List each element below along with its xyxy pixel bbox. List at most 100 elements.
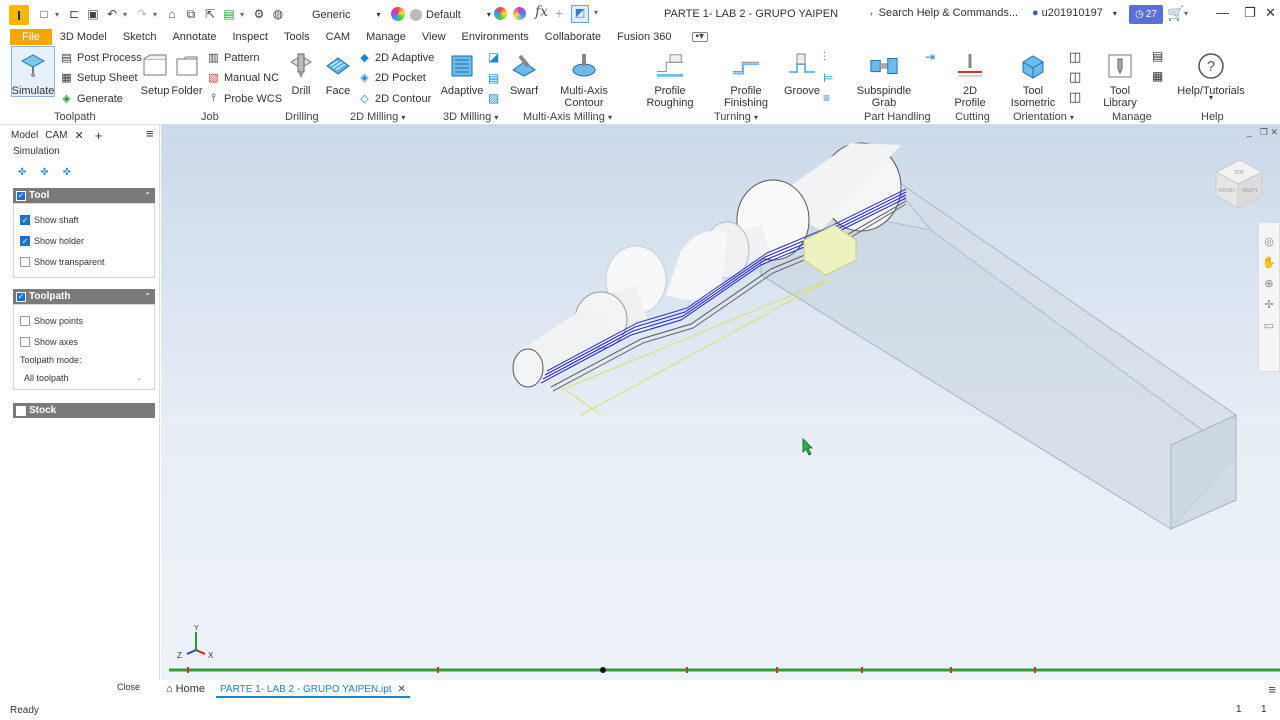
swarf-button[interactable]: Swarf: [508, 47, 540, 97]
view-cube-2-icon[interactable]: ◫: [1069, 69, 1081, 85]
show-transparent-checkbox[interactable]: [20, 257, 30, 267]
cart-icon[interactable]: 🛒: [1167, 5, 1184, 22]
viewport-restore-icon[interactable]: ❐: [1260, 127, 1268, 138]
timeline-playhead[interactable]: [600, 667, 606, 673]
cam-mode-icon[interactable]: ◩: [571, 5, 589, 23]
subspindle-grab-button[interactable]: Subspindle Grab: [846, 47, 922, 109]
restore-icon[interactable]: ❐: [1244, 5, 1256, 21]
appearance-combo[interactable]: Generic ▾: [312, 6, 381, 23]
ribbon-display-icon[interactable]: ▪▾: [691, 32, 709, 42]
stock-section-header[interactable]: Stock: [13, 403, 155, 418]
return-icon[interactable]: ▤: [221, 6, 237, 22]
group-2d-milling[interactable]: 2D Milling ▾: [350, 111, 405, 123]
face-button[interactable]: Face: [322, 47, 354, 97]
tab-tools[interactable]: Tools: [276, 29, 318, 45]
generate-button[interactable]: ◈ Generate: [60, 92, 123, 106]
adaptive-button[interactable]: Adaptive: [441, 47, 483, 97]
tab-collaborate[interactable]: Collaborate: [537, 29, 609, 45]
toolpath-section-header[interactable]: ✓ Toolpath ⌃: [13, 289, 155, 304]
2d-contour-button[interactable]: ◇ 2D Contour: [358, 92, 431, 106]
group-3d-milling[interactable]: 3D Milling ▾: [443, 111, 498, 123]
tab-sketch[interactable]: Sketch: [115, 29, 165, 45]
post-library-icon[interactable]: ▦: [1152, 69, 1163, 83]
profile-roughing-button[interactable]: Profile Roughing: [632, 47, 708, 109]
add-tab-icon[interactable]: +: [95, 128, 103, 143]
show-holder-option[interactable]: ✓ Show holder: [20, 236, 84, 246]
show-shaft-checkbox[interactable]: ✓: [20, 215, 30, 225]
manual-nc-button[interactable]: ▧ Manual NC: [207, 71, 279, 85]
look-at-icon[interactable]: ▭: [1259, 319, 1279, 332]
viewport-close-icon[interactable]: ✕: [1270, 127, 1278, 138]
show-shaft-option[interactable]: ✓ Show shaft: [20, 215, 79, 225]
folder-button[interactable]: Folder: [171, 47, 203, 97]
view-cube-3-icon[interactable]: ◫: [1069, 89, 1081, 105]
close-icon[interactable]: ✕: [1265, 5, 1276, 21]
orbit-icon[interactable]: ✢: [1259, 298, 1279, 311]
groove-button[interactable]: Groove: [784, 47, 820, 97]
tab-cam-browser[interactable]: CAM: [45, 130, 67, 141]
pocket-3d-icon[interactable]: ◪: [488, 50, 499, 64]
tab-manage[interactable]: Manage: [358, 29, 414, 45]
app-logo[interactable]: I: [9, 5, 29, 25]
simulate-button-content[interactable]: Simulate: [12, 47, 54, 97]
turning-face-icon[interactable]: ⊨: [823, 71, 833, 85]
minimize-icon[interactable]: —: [1216, 5, 1229, 20]
template-library-icon[interactable]: ▤: [1152, 49, 1163, 63]
parallel-3d-icon[interactable]: ▤: [488, 71, 499, 85]
sim-mode-3-icon[interactable]: ✜: [63, 167, 71, 178]
toolpath-section-check[interactable]: ✓: [16, 291, 26, 302]
undo-dropdown-icon[interactable]: ▾: [123, 10, 131, 19]
clear-appearance-icon[interactable]: [513, 7, 526, 20]
fx-icon[interactable]: fx: [535, 4, 548, 20]
group-orientation[interactable]: Orientation ▾: [1013, 111, 1074, 123]
sim-mode-2-icon[interactable]: ✜: [40, 167, 48, 178]
search-help[interactable]: › Search Help & Commands...: [870, 7, 1018, 19]
post-process-button[interactable]: ▤ Post Process: [60, 51, 142, 65]
panel-menu-icon[interactable]: ≡: [146, 126, 154, 141]
sim-mode-1-icon[interactable]: ✜: [18, 167, 26, 178]
zoom-icon[interactable]: ⊕: [1259, 277, 1279, 290]
material-icon[interactable]: ◍: [270, 6, 286, 22]
help-tutorials-button[interactable]: ? Help/Tutorials: [1177, 47, 1245, 97]
thread-icon[interactable]: ⫶: [823, 50, 826, 65]
close-tab-icon[interactable]: ✕: [74, 129, 83, 142]
notifications-badge[interactable]: ◷ 27: [1129, 5, 1163, 24]
probe-wcs-button[interactable]: ⫯ Probe WCS: [207, 92, 282, 105]
show-axes-checkbox[interactable]: [20, 337, 30, 347]
tab-model-browser[interactable]: Model: [11, 130, 38, 141]
scallop-3d-icon[interactable]: ▨: [488, 91, 499, 105]
properties-icon[interactable]: ⚙: [251, 6, 267, 22]
show-axes-option[interactable]: Show axes: [20, 337, 78, 347]
part-handling-extra-icon[interactable]: ⇥: [925, 50, 935, 64]
2d-adaptive-button[interactable]: ◆ 2D Adaptive: [358, 51, 434, 65]
collapse-icon[interactable]: ⌃: [144, 191, 151, 200]
select-icon[interactable]: ⇱: [202, 6, 218, 22]
tool-section-check[interactable]: ✓: [16, 190, 26, 201]
setup-sheet-button[interactable]: ▦ Setup Sheet: [60, 71, 137, 85]
material-combo[interactable]: Default ▾: [410, 6, 491, 23]
tab-view[interactable]: View: [414, 29, 454, 45]
file-tab[interactable]: PARTE 1- LAB 2 - GRUPO YAIPEN.ipt ✕: [216, 682, 410, 698]
tab-annotate[interactable]: Annotate: [164, 29, 224, 45]
group-multi-axis-milling[interactable]: Multi-Axis Milling ▾: [523, 111, 612, 123]
pan-icon[interactable]: ✋: [1259, 256, 1279, 269]
graphics-viewport[interactable]: TOP FRONT RIGHT X Y Z ◎ ✋ ⊕ ✢ ▭ _ ❐ ✕: [161, 125, 1280, 680]
new-file-icon[interactable]: □: [36, 6, 52, 22]
tool-section-header[interactable]: ✓ Tool ⌃: [13, 188, 155, 203]
profile-finishing-button[interactable]: Profile Finishing: [710, 47, 782, 109]
tool-isometric-button[interactable]: Tool Isometric: [1000, 47, 1066, 109]
tab-inspect[interactable]: Inspect: [225, 29, 276, 45]
tab-3d-model[interactable]: 3D Model: [52, 29, 115, 45]
tab-environments[interactable]: Environments: [454, 29, 537, 45]
redo-dropdown-icon[interactable]: ▾: [153, 10, 161, 19]
tabs-menu-icon[interactable]: ≡: [1268, 682, 1276, 697]
close-button[interactable]: Close: [117, 682, 140, 692]
qat-customize-icon[interactable]: ▾: [594, 8, 598, 17]
close-tab-icon[interactable]: ✕: [398, 684, 406, 695]
setup-button[interactable]: Setup: [140, 47, 170, 97]
collapse-icon[interactable]: ⌃: [144, 292, 151, 301]
pattern-button[interactable]: ▥ Pattern: [207, 51, 259, 65]
return-dropdown-icon[interactable]: ▾: [240, 10, 248, 19]
show-transparent-option[interactable]: Show transparent: [20, 257, 105, 267]
update-icon[interactable]: ⧉: [183, 6, 199, 22]
